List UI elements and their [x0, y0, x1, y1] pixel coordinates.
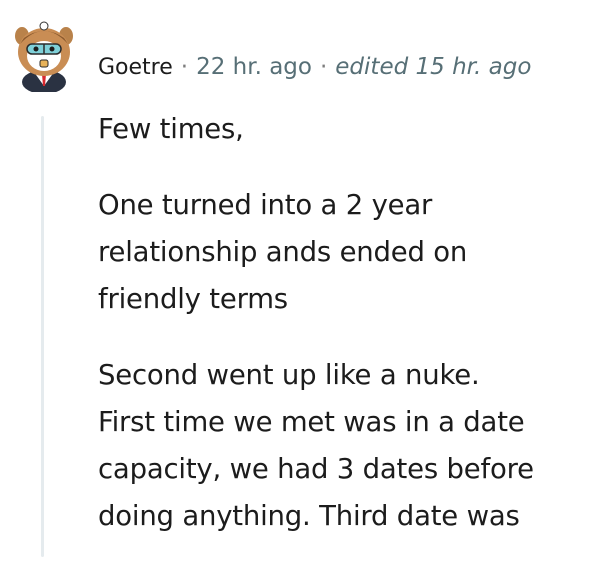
- thread-line[interactable]: [41, 116, 44, 557]
- comment-body: Few times, One turned into a 2 year rela…: [98, 106, 588, 569]
- snoo-avatar-icon[interactable]: [10, 16, 78, 94]
- comment-paragraph: Few times,: [98, 113, 244, 145]
- comment-paragraph: One turned into a 2 year relationship an…: [98, 189, 468, 315]
- posted-time[interactable]: 22 hr. ago: [196, 54, 312, 80]
- comment-paragraph: Second went up like a nuke. First time w…: [98, 359, 534, 532]
- meta-separator: ·: [319, 54, 328, 80]
- comment-header: Goetre · 22 hr. ago · edited 15 hr. ago: [0, 0, 599, 100]
- comment-meta: Goetre · 22 hr. ago · edited 15 hr. ago: [98, 50, 531, 85]
- meta-separator: ·: [180, 54, 189, 80]
- edited-time: edited 15 hr. ago: [335, 54, 532, 80]
- author-username[interactable]: Goetre: [98, 55, 173, 80]
